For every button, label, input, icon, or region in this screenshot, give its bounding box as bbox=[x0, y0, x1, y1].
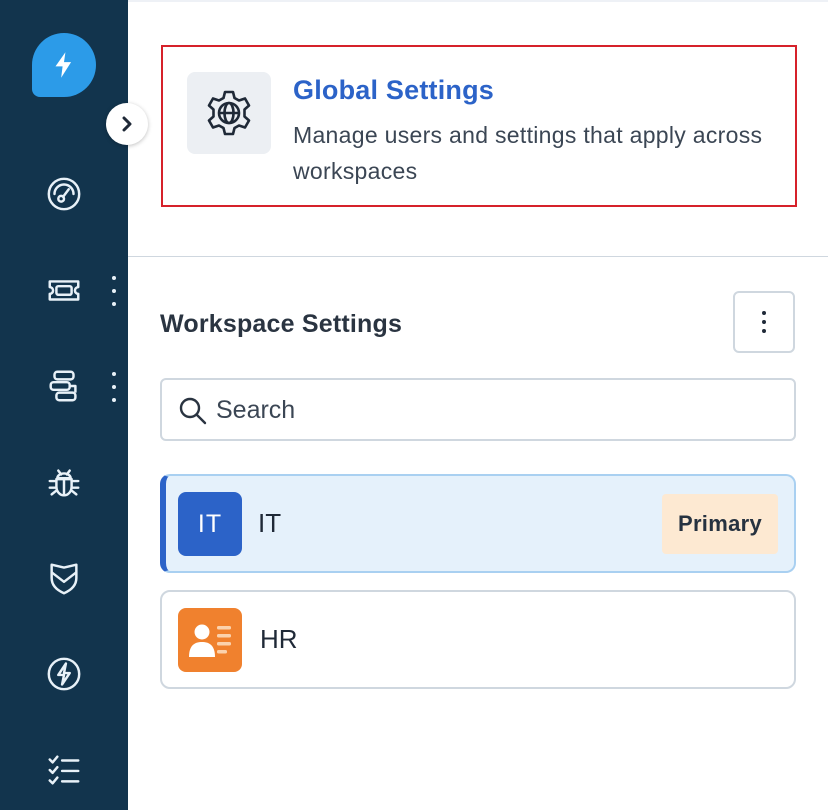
shield-icon[interactable] bbox=[44, 558, 84, 598]
search-icon bbox=[179, 397, 207, 425]
workspace-item-it[interactable]: IT IT Primary bbox=[160, 474, 796, 573]
workspace-item-hr[interactable]: HR bbox=[160, 590, 796, 689]
workspace-settings-title: Workspace Settings bbox=[160, 310, 403, 338]
app-logo[interactable] bbox=[32, 33, 96, 97]
flow-icon[interactable] bbox=[44, 366, 84, 406]
expand-sidebar-button[interactable] bbox=[106, 103, 148, 145]
global-settings-title[interactable]: Global Settings bbox=[293, 75, 494, 106]
flow-more-icon[interactable] bbox=[108, 372, 120, 402]
kebab-dot bbox=[762, 329, 766, 333]
bug-icon[interactable] bbox=[44, 462, 84, 502]
workspace-avatar-it: IT bbox=[178, 492, 242, 556]
workspace-name-hr: HR bbox=[260, 624, 298, 654]
workspace-avatar-hr bbox=[178, 608, 242, 672]
gauge-icon[interactable] bbox=[44, 174, 84, 214]
ticket-more-icon[interactable] bbox=[108, 276, 120, 306]
chevron-right-icon bbox=[122, 116, 132, 132]
checklist-icon[interactable] bbox=[44, 750, 84, 790]
kebab-dot bbox=[762, 311, 766, 315]
search-input[interactable] bbox=[216, 390, 776, 430]
primary-badge: Primary bbox=[662, 494, 778, 554]
kebab-dot bbox=[762, 320, 766, 324]
id-card-icon bbox=[189, 624, 231, 657]
workspace-menu-button[interactable] bbox=[733, 291, 795, 353]
global-settings-card[interactable]: Global Settings Manage users and setting… bbox=[161, 45, 797, 207]
lightning-logo-icon bbox=[55, 52, 72, 78]
gear-globe-icon bbox=[207, 90, 251, 136]
global-settings-icon-box bbox=[187, 72, 271, 154]
workspace-name-it: IT bbox=[258, 508, 282, 538]
ticket-icon[interactable] bbox=[44, 270, 84, 310]
global-settings-description: Manage users and settings that apply acr… bbox=[293, 122, 763, 184]
section-divider bbox=[128, 256, 828, 257]
top-divider bbox=[128, 0, 828, 2]
bolt-circle-icon[interactable] bbox=[44, 654, 84, 694]
workspace-search[interactable] bbox=[160, 378, 796, 441]
